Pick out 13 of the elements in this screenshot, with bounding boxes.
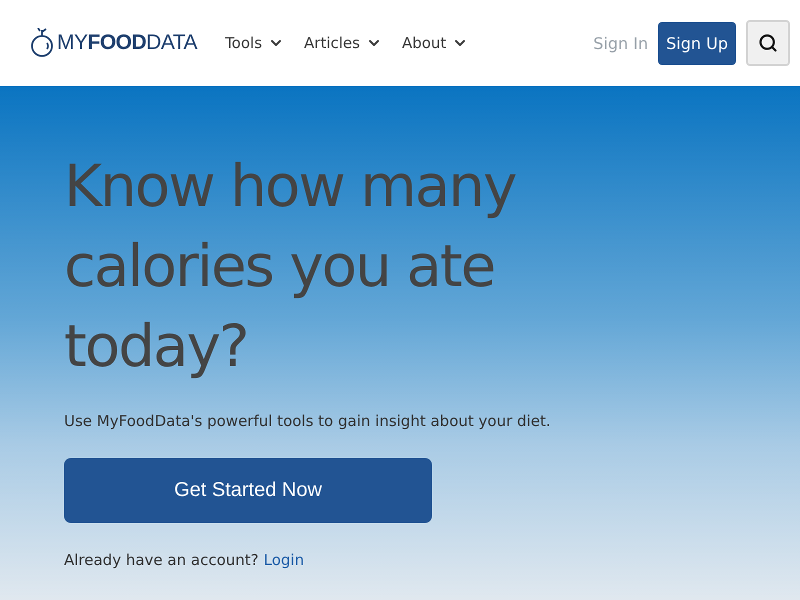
search-button[interactable] bbox=[746, 20, 790, 66]
account-prompt: Already have an account? bbox=[64, 551, 259, 569]
hero-subtitle: Use MyFoodData's powerful tools to gain insight about your diet. bbox=[64, 412, 552, 430]
get-started-button[interactable]: Get Started Now bbox=[64, 458, 432, 523]
logo-text[interactable]: MYFOODDATA bbox=[57, 31, 198, 55]
apple-icon bbox=[30, 28, 54, 58]
hero-title: Know how many calories you ate today? bbox=[64, 151, 517, 382]
search-icon bbox=[758, 33, 778, 53]
sign-up-button[interactable]: Sign Up bbox=[658, 22, 736, 64]
nav-menu[interactable]: About bbox=[402, 34, 468, 52]
nav-menu[interactable]: Articles bbox=[304, 34, 382, 52]
nav-menu[interactable]: Tools bbox=[225, 34, 284, 52]
login-link[interactable]: Login bbox=[264, 551, 304, 569]
